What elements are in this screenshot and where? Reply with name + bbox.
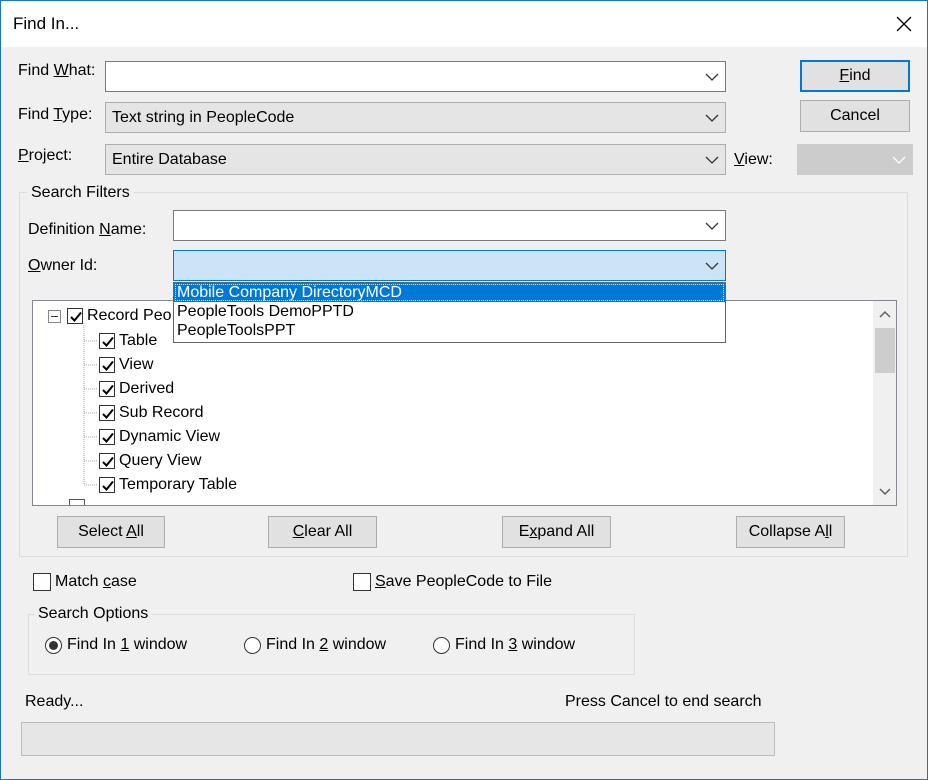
- tree-node-label: Record Peo: [87, 307, 172, 324]
- tree-node-label: Query View: [119, 452, 202, 469]
- tree-node-table[interactable]: Table: [99, 329, 157, 353]
- chevron-down-icon: [705, 262, 719, 270]
- definition-name-label: Definition Name:: [28, 221, 147, 238]
- status-hint: Press Cancel to end search: [565, 693, 762, 710]
- tree-node-temporary-table[interactable]: Temporary Table: [99, 473, 237, 497]
- chevron-down-icon: [705, 156, 719, 164]
- chevron-down-icon: [705, 222, 719, 230]
- find-type-label: Find Type:: [18, 106, 93, 123]
- window-title: Find In...: [13, 14, 80, 33]
- find-what-combo[interactable]: [105, 61, 726, 92]
- tree-node-derived[interactable]: Derived: [99, 377, 174, 401]
- close-button[interactable]: [881, 1, 927, 47]
- owner-option[interactable]: Mobile Company DirectoryMCD: [174, 283, 725, 302]
- owner-option[interactable]: PeopleTools DemoPPTD: [174, 302, 725, 321]
- scroll-down-icon[interactable]: [879, 487, 891, 497]
- find-type-value: Text string in PeopleCode: [112, 109, 295, 126]
- project-label: Project:: [18, 147, 73, 164]
- owner-option[interactable]: PeopleToolsPPT: [174, 321, 725, 340]
- select-all-label: Select All: [78, 523, 144, 540]
- project-select[interactable]: Entire Database: [105, 144, 726, 175]
- tree-checkbox[interactable]: [99, 429, 115, 445]
- search-options-caption: Search Options: [34, 605, 153, 623]
- cancel-button[interactable]: Cancel: [800, 100, 910, 132]
- owner-id-label: Owner Id:: [28, 257, 98, 274]
- collapse-all-button[interactable]: Collapse All: [736, 516, 845, 548]
- chevron-down-icon: [892, 156, 906, 164]
- view-label: View:: [734, 151, 773, 168]
- owner-id-select[interactable]: [173, 250, 726, 281]
- tree-scrollbar[interactable]: [873, 301, 896, 505]
- tree-checkbox[interactable]: [99, 405, 115, 421]
- find-in-1-window-radio[interactable]: Find In 1 window: [45, 633, 187, 657]
- tree-checkbox[interactable]: [99, 357, 115, 373]
- owner-id-dropdown-list: Mobile Company DirectoryMCD PeopleTools …: [173, 282, 726, 343]
- status-text: Ready...: [25, 693, 84, 710]
- collapse-toggle-icon[interactable]: [48, 309, 61, 323]
- select-all-button[interactable]: Select All: [57, 516, 165, 548]
- find-in-2-window-radio[interactable]: Find In 2 window: [244, 633, 386, 657]
- tree-checkbox[interactable]: [99, 477, 115, 493]
- find-in-dialog: Find In... Find What: Find Type: Text st…: [0, 0, 928, 780]
- tree-checkbox[interactable]: [99, 333, 115, 349]
- view-select[interactable]: [797, 144, 913, 175]
- search-progress-bar: [21, 722, 775, 756]
- expand-all-label: Expand All: [518, 523, 595, 540]
- cancel-button-label: Cancel: [830, 107, 880, 124]
- tree-node-label: Table: [119, 332, 158, 349]
- close-icon: [896, 16, 912, 32]
- match-case-label: Match case: [55, 573, 137, 590]
- tree-checkbox[interactable]: [99, 381, 115, 397]
- radio-indicator[interactable]: [45, 636, 62, 654]
- scrollbar-thumb[interactable]: [875, 328, 895, 373]
- title-bar: Find In...: [1, 1, 927, 47]
- match-case-box[interactable]: [33, 573, 51, 591]
- radio-indicator[interactable]: [433, 636, 450, 654]
- radio-label: Find In 3 window: [455, 636, 576, 653]
- radio-label: Find In 2 window: [266, 636, 387, 653]
- tree-node-view[interactable]: View: [99, 353, 153, 377]
- save-peoplecode-box[interactable]: [353, 573, 371, 591]
- find-in-3-window-radio[interactable]: Find In 3 window: [433, 633, 575, 657]
- find-what-label: Find What:: [18, 62, 96, 79]
- search-filters-caption: Search Filters: [27, 184, 134, 202]
- project-value: Entire Database: [112, 151, 227, 168]
- tree-checkbox[interactable]: [67, 308, 83, 324]
- tree-node-label: Derived: [119, 380, 175, 397]
- save-peoplecode-checkbox[interactable]: Save PeopleCode to File: [353, 570, 552, 594]
- radio-indicator[interactable]: [244, 636, 261, 654]
- tree-node-label: View: [119, 356, 154, 373]
- chevron-down-icon: [705, 114, 719, 122]
- save-peoplecode-label: Save PeopleCode to File: [375, 573, 552, 590]
- tree-node-sub-record[interactable]: Sub Record: [99, 401, 204, 425]
- tree-node-label: Sub Record: [119, 404, 204, 421]
- radio-label: Find In 1 window: [67, 636, 188, 653]
- clear-all-button[interactable]: Clear All: [268, 516, 377, 548]
- tree-node-query-view[interactable]: Query View: [99, 449, 201, 473]
- tree-node-label: Dynamic View: [119, 428, 221, 445]
- match-case-checkbox[interactable]: Match case: [33, 570, 137, 594]
- tree-checkbox-partial[interactable]: [69, 499, 85, 505]
- clear-all-label: Clear All: [292, 523, 353, 540]
- tree-node-label: Temporary Table: [119, 476, 237, 493]
- definition-name-combo[interactable]: [173, 210, 726, 241]
- tree-node-record[interactable]: Record Peo: [48, 304, 172, 328]
- find-button[interactable]: Find: [800, 60, 910, 92]
- collapse-all-label: Collapse All: [748, 523, 833, 540]
- find-type-select[interactable]: Text string in PeopleCode: [105, 102, 726, 133]
- scroll-up-icon[interactable]: [879, 309, 891, 319]
- expand-all-button[interactable]: Expand All: [502, 516, 611, 548]
- tree-checkbox[interactable]: [99, 453, 115, 469]
- chevron-down-icon: [705, 73, 719, 81]
- find-button-label: Find: [839, 67, 871, 84]
- tree-node-dynamic-view[interactable]: Dynamic View: [99, 425, 220, 449]
